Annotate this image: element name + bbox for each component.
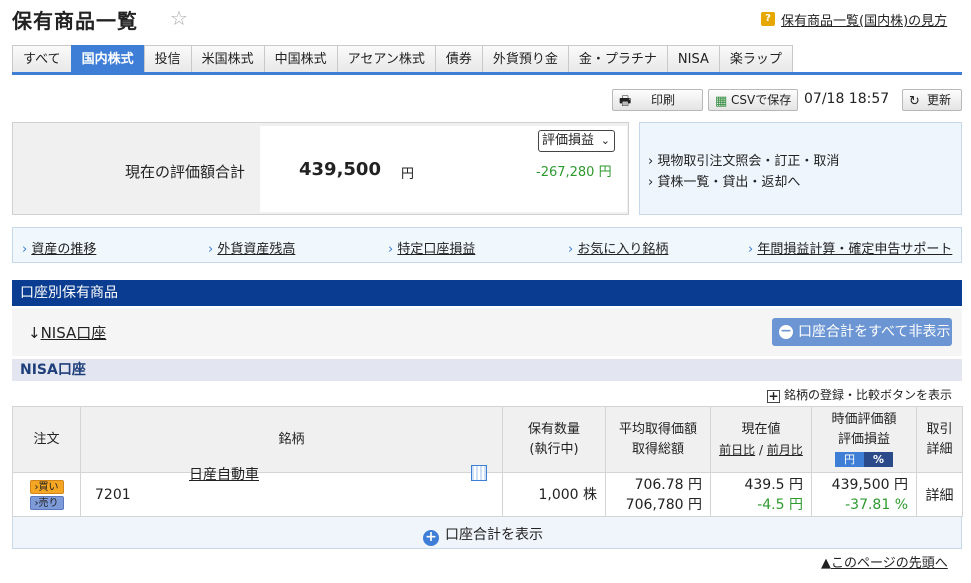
current-price-cell: 439.5 円 -4.5 円 xyxy=(710,472,812,517)
minus-circle-icon: − xyxy=(779,323,793,339)
nisa-account-header: NISA口座 xyxy=(12,359,962,381)
account-row: ↓NISA口座 − 口座合計をすべて非表示 xyxy=(12,308,962,356)
plus-circle-icon: + xyxy=(423,530,439,546)
tab-7[interactable]: 外貨預り金 xyxy=(481,45,568,73)
csv-label: CSVで保存 xyxy=(731,93,792,107)
valuation-unit: 円 xyxy=(401,167,415,182)
tab-0[interactable]: すべて xyxy=(12,45,71,73)
show-total-button[interactable]: + 口座合計を表示 xyxy=(423,524,543,546)
sort-prev-day[interactable]: 前日比 xyxy=(719,443,755,457)
header-market-value: 時価評価額 評価損益 円 % xyxy=(811,406,917,473)
profit-loss-value: -267,280 円 xyxy=(536,165,612,180)
help-icon: ? xyxy=(761,12,775,26)
profit-loss-select[interactable]: 評価損益 ⌄ xyxy=(538,130,615,152)
tab-10[interactable]: 楽ラップ xyxy=(718,45,793,73)
plus-icon: + xyxy=(767,389,780,403)
nav-link-specific-account[interactable]: › 特定口座損益 xyxy=(388,238,475,257)
quick-link-stock-lending[interactable]: › 貸株一覧・貸出・返却へ xyxy=(648,171,800,190)
title-row: 保有商品一覧 ☆ ? 保有商品一覧(国内株)の見方 xyxy=(0,0,971,40)
valuation-label: 現在の評価額合計 xyxy=(125,163,246,181)
buy-button[interactable]: ›買い xyxy=(29,479,64,494)
detail-link[interactable]: 詳細 xyxy=(916,472,963,517)
sell-button[interactable]: ›売り xyxy=(29,495,64,510)
stock-name-link[interactable]: 日産自動車 xyxy=(189,464,259,484)
refresh-label: 更新 xyxy=(927,93,952,107)
order-cell: ›買い ›売り xyxy=(12,472,81,517)
header-quantity: 保有数量 (執行中) xyxy=(502,406,606,473)
hide-all-totals-button[interactable]: − 口座合計をすべて非表示 xyxy=(772,318,952,346)
page-title: 保有商品一覧 xyxy=(12,9,138,33)
table-header-row: 注文 銘柄 保有数量 (執行中) 平均取得価額 取得総額 現在値 前日比 / 前月比… xyxy=(12,406,963,473)
nav-link-favorites[interactable]: › お気に入り銘柄 xyxy=(568,238,668,257)
toggle-yen[interactable]: 円 xyxy=(835,451,864,467)
tab-6[interactable]: 債券 xyxy=(434,45,482,73)
tab-2[interactable]: 投信 xyxy=(143,45,191,73)
nisa-account-link[interactable]: ↓NISA口座 xyxy=(28,322,106,343)
select-value: 評価損益 xyxy=(542,133,595,148)
refresh-icon: ↻ xyxy=(909,94,920,109)
toggle-percent[interactable]: % xyxy=(864,451,893,467)
valuation-total: 439,500 xyxy=(299,159,381,180)
nav-link-asset-history[interactable]: › 資産の推移 xyxy=(22,238,96,257)
star-icon[interactable]: ☆ xyxy=(170,6,188,30)
table-row: ›買い ›売り 7201 日産自動車 1,000 株 706.78 円 706,7… xyxy=(12,465,963,517)
nav-link-foreign-assets[interactable]: › 外貨資産残高 xyxy=(208,238,295,257)
stock-code: 7201 xyxy=(95,486,131,503)
compare-buttons-link[interactable]: + 銘柄の登録・比較ボタンを表示 xyxy=(767,386,952,403)
avg-price-cell: 706.78 円 706,780 円 xyxy=(605,472,711,517)
help-link[interactable]: 保有商品一覧(国内株)の見方 xyxy=(781,10,947,29)
timestamp: 07/18 18:57 xyxy=(804,91,890,107)
sort-prev-month[interactable]: 前月比 xyxy=(767,443,803,457)
tab-8[interactable]: 金・プラチナ xyxy=(567,45,667,73)
tab-1[interactable]: 国内株式 xyxy=(70,45,144,73)
print-label: 印刷 xyxy=(651,93,676,107)
header-avg-price: 平均取得価額 取得総額 xyxy=(605,406,711,473)
header-order: 注文 xyxy=(12,406,81,473)
quantity-cell: 1,000 株 xyxy=(502,472,606,517)
print-button[interactable]: 🖶 印刷 xyxy=(612,89,703,111)
nav-link-tax-support[interactable]: › 年間損益計算・確定申告サポート xyxy=(748,238,952,257)
quick-link-order-inquiry[interactable]: › 現物取引注文照会・訂正・取消 xyxy=(648,150,839,169)
page-top-link[interactable]: ▲このページの先頭へ xyxy=(821,552,948,571)
account-total-row: + 口座合計を表示 xyxy=(12,517,962,549)
header-current-price: 現在値 前日比 / 前月比 xyxy=(710,406,812,473)
hide-all-totals-label: 口座合計をすべて非表示 xyxy=(798,324,951,340)
tab-bar: すべて 国内株式 投信 米国株式 中国株式 アセアン株式 債券 外貨預り金 金・プラチナ NISA… xyxy=(12,45,793,73)
spreadsheet-icon: ▦ xyxy=(715,94,728,109)
chevron-down-icon: ⌄ xyxy=(600,134,610,147)
holdings-table: 注文 銘柄 保有数量 (執行中) 平均取得価額 取得総額 現在値 前日比 / 前月比… xyxy=(12,406,963,517)
quick-links-box: › 現物取引注文照会・訂正・取消 › 貸株一覧・貸出・返却へ xyxy=(639,122,962,215)
market-value-cell: 439,500 円 -37.81 % xyxy=(811,472,917,517)
tab-5[interactable]: アセアン株式 xyxy=(336,45,435,73)
printer-icon: 🖶 xyxy=(619,94,632,109)
calendar-chart-icon[interactable] xyxy=(471,465,487,481)
tab-9[interactable]: NISA xyxy=(666,45,719,73)
tab-4[interactable]: 中国株式 xyxy=(263,45,337,73)
stock-cell: 7201 日産自動車 xyxy=(80,465,503,517)
tab-3[interactable]: 米国株式 xyxy=(190,45,264,73)
section-header: 口座別保有商品 xyxy=(12,280,962,306)
header-name: 銘柄 xyxy=(80,406,503,473)
unit-toggle: 円 % xyxy=(835,451,893,467)
header-detail: 取引 詳細 xyxy=(916,406,963,473)
tab-underline xyxy=(12,72,962,75)
csv-save-button[interactable]: ▦ CSVで保存 xyxy=(708,89,798,111)
nav-links: › 資産の推移 › 外貨資産残高 › 特定口座損益 › お気に入り銘柄 › 年間… xyxy=(12,227,962,263)
refresh-button[interactable]: ↻ 更新 xyxy=(902,89,962,111)
